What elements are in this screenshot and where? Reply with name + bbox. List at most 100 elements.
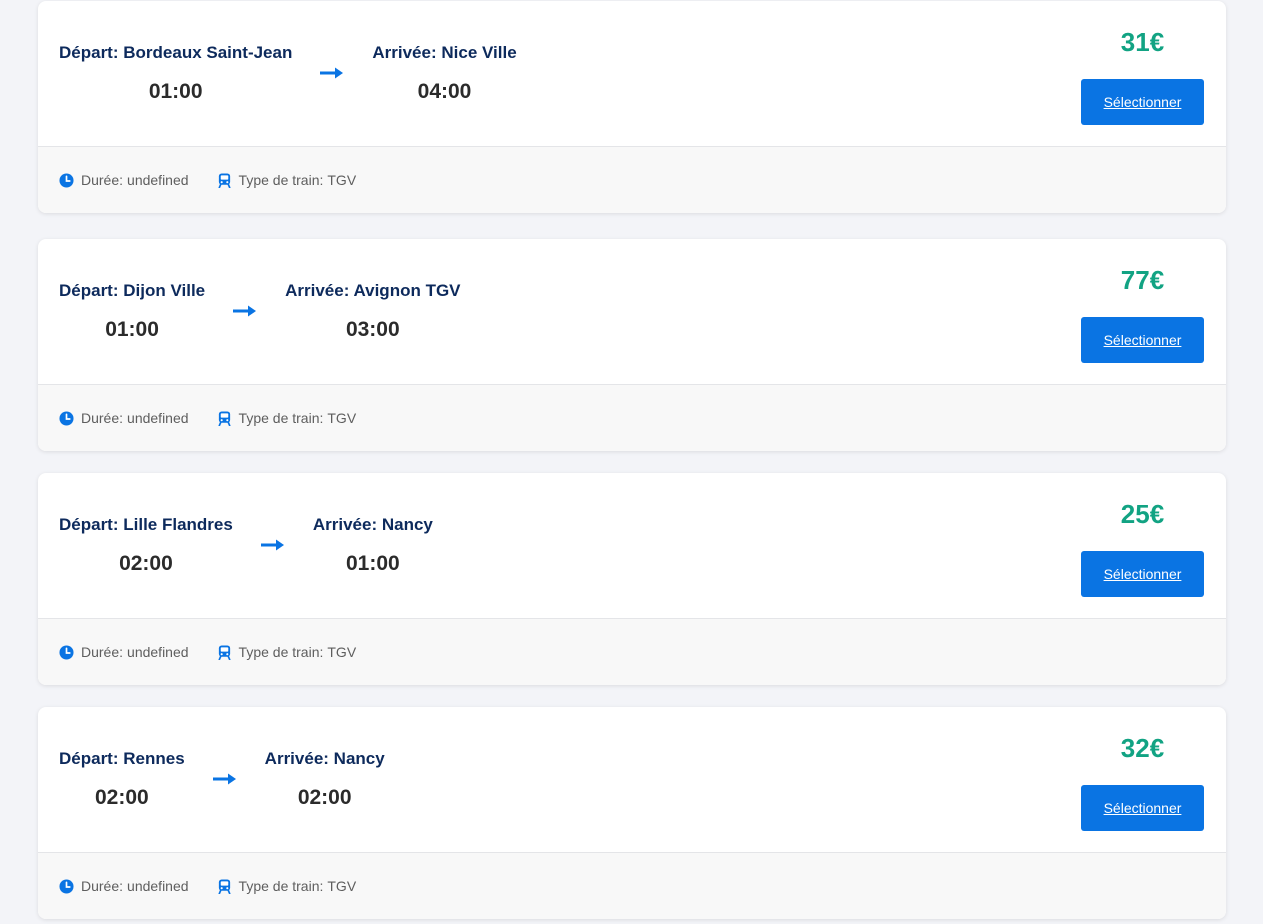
arrival-prefix: Arrivée:	[264, 749, 329, 768]
trip-card: Départ: Dijon Ville 01:00 Arrivée: Avign…	[38, 239, 1226, 451]
train-type-info: Type de train: TGV	[217, 878, 357, 894]
route: Départ: Rennes 02:00 Arrivée: Nancy 02:0…	[59, 749, 385, 810]
train-type-value: TGV	[327, 878, 357, 894]
price: 31€	[1120, 27, 1165, 57]
train-icon	[217, 410, 232, 426]
trip-card-main: Départ: Dijon Ville 01:00 Arrivée: Avign…	[38, 239, 1226, 385]
duration-label: Durée:	[81, 644, 124, 660]
arrival-time: 02:00	[297, 786, 352, 809]
arrival-station-name: Avignon TGV	[353, 281, 461, 300]
route: Départ: Bordeaux Saint-Jean 01:00 Arrivé…	[59, 43, 517, 104]
departure: Départ: Rennes 02:00	[59, 749, 185, 810]
duration-info: Durée: undefined	[59, 644, 189, 660]
arrival-prefix: Arrivée:	[372, 43, 437, 62]
train-icon	[217, 878, 232, 894]
price-column: 25€ Sélectionner	[1081, 499, 1204, 597]
departure-prefix: Départ:	[59, 43, 119, 62]
arrival-station-name: Nancy	[381, 515, 433, 534]
duration-value: undefined	[127, 172, 189, 188]
departure-time: 01:00	[105, 318, 159, 341]
train-type-info: Type de train: TGV	[217, 410, 357, 426]
duration-value: undefined	[127, 644, 189, 660]
train-type-value: TGV	[327, 644, 357, 660]
arrival-prefix: Arrivée:	[312, 515, 378, 534]
trip-card: Départ: Lille Flandres 02:00 Arrivée: Na…	[38, 473, 1226, 685]
route: Départ: Lille Flandres 02:00 Arrivée: Na…	[59, 515, 433, 576]
arrival: Arrivée: Avignon TGV 03:00	[285, 281, 460, 342]
price: 25€	[1120, 499, 1165, 529]
arrow-right-icon	[185, 749, 265, 809]
departure-prefix: Départ:	[59, 749, 119, 768]
train-icon	[217, 172, 232, 188]
trip-card-main: Départ: Bordeaux Saint-Jean 01:00 Arrivé…	[38, 1, 1226, 147]
train-type-label: Type de train:	[238, 172, 324, 188]
duration-label: Durée:	[81, 878, 124, 894]
departure-time: 01:00	[148, 80, 203, 103]
departure-station: Départ: Rennes	[59, 749, 185, 769]
duration-info: Durée: undefined	[59, 172, 189, 188]
duration-info: Durée: undefined	[59, 410, 189, 426]
arrival-time: 01:00	[346, 552, 400, 575]
departure-station: Départ: Dijon Ville	[59, 281, 205, 301]
train-type-info: Type de train: TGV	[217, 644, 357, 660]
price-column: 32€ Sélectionner	[1081, 733, 1204, 831]
price: 77€	[1120, 265, 1165, 295]
duration-label: Durée:	[81, 172, 124, 188]
duration-value: undefined	[127, 410, 189, 426]
departure: Départ: Dijon Ville 01:00	[59, 281, 205, 342]
route: Départ: Dijon Ville 01:00 Arrivée: Avign…	[59, 281, 461, 342]
price: 32€	[1120, 733, 1165, 763]
departure-station-name: Bordeaux Saint-Jean	[123, 43, 293, 62]
clock-icon	[59, 410, 74, 426]
duration-label: Durée:	[81, 410, 124, 426]
departure-station-name: Lille Flandres	[123, 515, 233, 534]
train-icon	[217, 644, 232, 660]
departure-station-name: Rennes	[123, 749, 185, 768]
arrival-prefix: Arrivée:	[285, 281, 350, 300]
clock-icon	[59, 644, 74, 660]
train-type-value: TGV	[327, 410, 357, 426]
departure: Départ: Lille Flandres 02:00	[59, 515, 233, 576]
select-button[interactable]: Sélectionner	[1081, 317, 1204, 363]
train-type-label: Type de train:	[238, 644, 324, 660]
arrival-station: Arrivée: Nancy	[313, 515, 433, 535]
trip-details: Durée: undefined Type de train: TGV	[38, 619, 1226, 685]
arrival-station-name: Nice Ville	[441, 43, 517, 62]
trip-details: Durée: undefined Type de train: TGV	[38, 147, 1226, 213]
departure-station: Départ: Bordeaux Saint-Jean	[59, 43, 292, 63]
arrival: Arrivée: Nancy 02:00	[265, 749, 385, 810]
arrival: Arrivée: Nice Ville 04:00	[372, 43, 516, 104]
clock-icon	[59, 172, 74, 188]
arrival: Arrivée: Nancy 01:00	[313, 515, 433, 576]
arrival-time: 04:00	[417, 80, 472, 103]
train-type-label: Type de train:	[238, 410, 324, 426]
departure: Départ: Bordeaux Saint-Jean 01:00	[59, 43, 292, 104]
trip-card-main: Départ: Lille Flandres 02:00 Arrivée: Na…	[38, 473, 1226, 619]
trip-card-main: Départ: Rennes 02:00 Arrivée: Nancy 02:0…	[38, 707, 1226, 853]
select-button[interactable]: Sélectionner	[1081, 551, 1204, 597]
departure-time: 02:00	[94, 786, 149, 809]
select-button[interactable]: Sélectionner	[1081, 79, 1204, 125]
departure-time: 02:00	[119, 552, 173, 575]
departure-prefix: Départ:	[59, 281, 119, 300]
clock-icon	[59, 878, 74, 894]
arrival-time: 03:00	[345, 318, 400, 341]
trip-card: Départ: Bordeaux Saint-Jean 01:00 Arrivé…	[38, 1, 1226, 213]
arrival-station: Arrivée: Nancy	[265, 749, 385, 769]
arrival-station-name: Nancy	[333, 749, 385, 768]
trip-card: Départ: Rennes 02:00 Arrivée: Nancy 02:0…	[38, 707, 1226, 919]
select-button[interactable]: Sélectionner	[1081, 785, 1204, 831]
duration-value: undefined	[127, 878, 189, 894]
departure-station-name: Dijon Ville	[123, 281, 206, 300]
departure-station: Départ: Lille Flandres	[59, 515, 233, 535]
train-type-label: Type de train:	[238, 878, 324, 894]
price-column: 77€ Sélectionner	[1081, 265, 1204, 363]
departure-prefix: Départ:	[59, 515, 119, 534]
arrow-right-icon	[205, 281, 285, 341]
arrival-station: Arrivée: Nice Ville	[372, 43, 516, 63]
trip-details: Durée: undefined Type de train: TGV	[38, 853, 1226, 919]
trip-results-list: Départ: Bordeaux Saint-Jean 01:00 Arrivé…	[0, 0, 1263, 924]
arrow-right-icon	[233, 515, 313, 575]
duration-info: Durée: undefined	[59, 878, 189, 894]
price-column: 31€ Sélectionner	[1081, 27, 1204, 125]
